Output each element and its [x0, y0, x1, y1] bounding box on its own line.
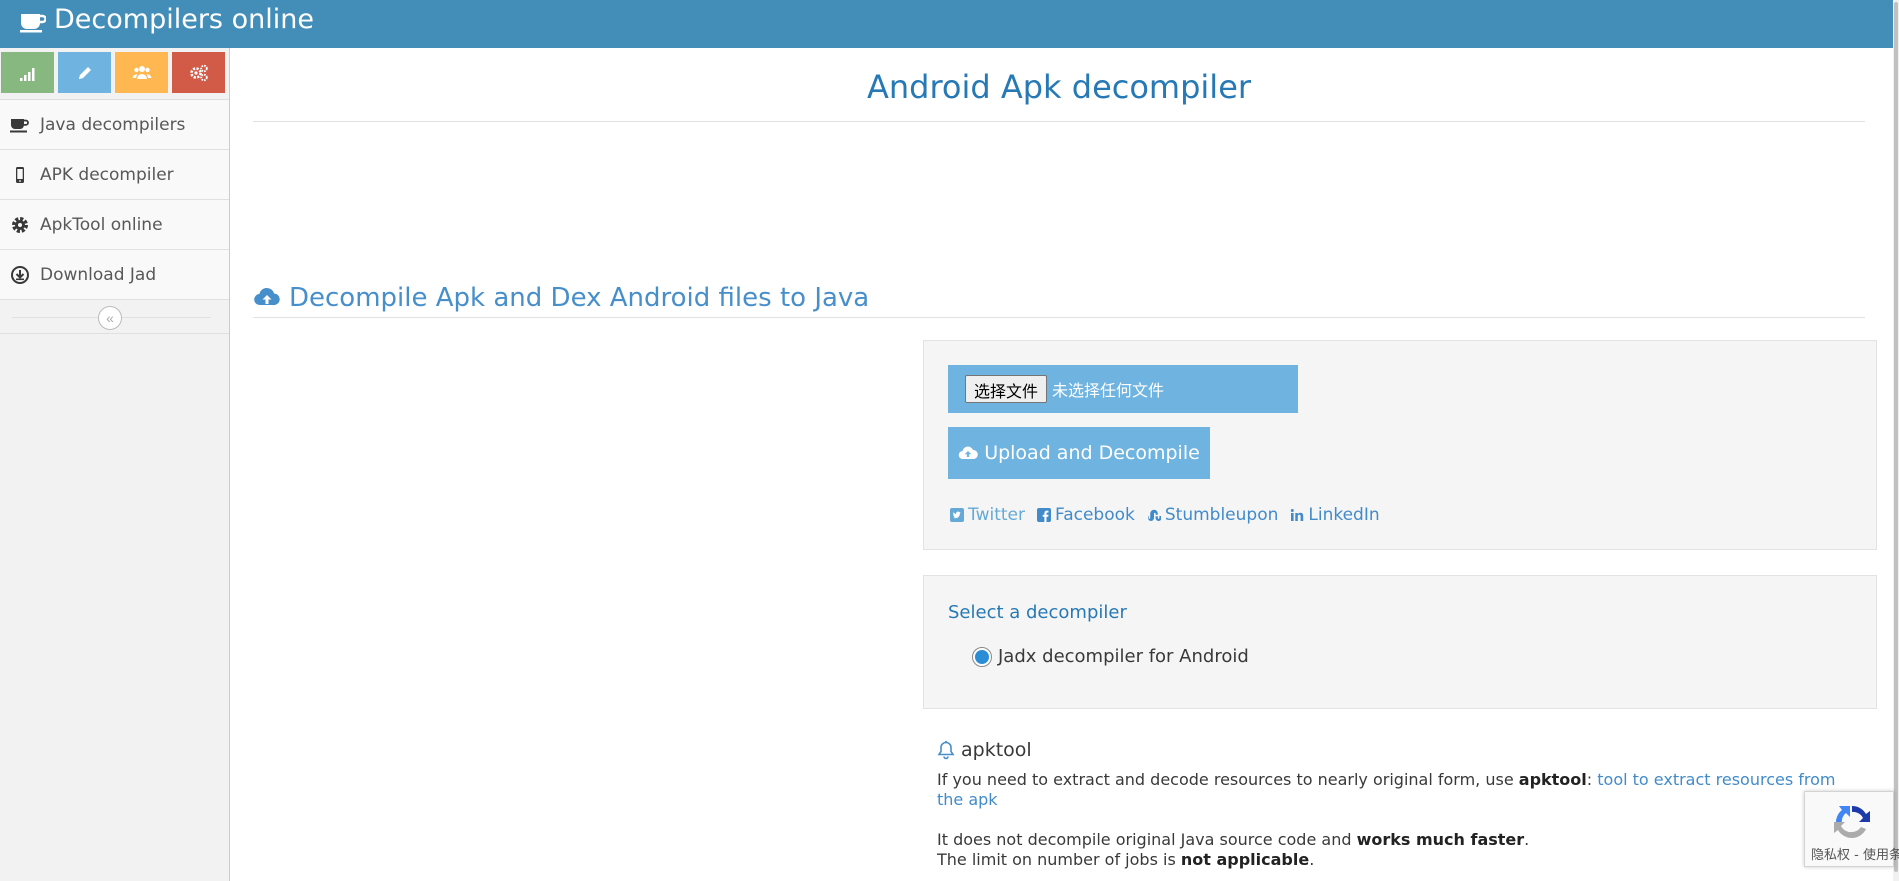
- apktool-info: apktool If you need to extract and decod…: [937, 739, 1837, 870]
- brand[interactable]: Decompilers online: [20, 4, 314, 35]
- decompiler-option-jadx[interactable]: Jadx decompiler for Android: [972, 646, 1249, 667]
- radio-selected-dot: [975, 649, 989, 664]
- share-linkedin-link[interactable]: LinkedIn: [1290, 505, 1380, 525]
- sidebar-item-java-decompilers[interactable]: Java decompilers: [0, 100, 229, 150]
- text: .: [1524, 830, 1530, 849]
- upload-button-label: Upload and Decompile: [984, 442, 1200, 464]
- facebook-icon: [1036, 508, 1051, 522]
- sidebar: Java decompilers APK decompiler ApkTool …: [0, 48, 230, 881]
- scrollbar-thumb[interactable]: [1894, 2, 1898, 872]
- page-header: Android Apk decompiler: [253, 62, 1865, 122]
- sidebar-item-label: APK decompiler: [40, 164, 174, 185]
- bell-icon: [937, 740, 955, 760]
- text: :: [1586, 770, 1598, 789]
- share-links: Twitter Facebook Stumbleupon LinkedIn: [950, 505, 1380, 525]
- mobile-icon: [0, 165, 40, 185]
- sidebar-item-download-jad[interactable]: Download Jad: [0, 250, 229, 300]
- twitter-icon: [950, 508, 964, 522]
- apktool-heading: apktool: [937, 739, 1837, 761]
- apktool-line-1: If you need to extract and decode resour…: [937, 770, 1837, 810]
- share-label: LinkedIn: [1308, 505, 1380, 525]
- share-stumbleupon-link[interactable]: Stumbleupon: [1147, 505, 1279, 525]
- sidebar-item-apktool-online[interactable]: ApkTool online: [0, 200, 229, 250]
- top-navbar: Decompilers online: [0, 0, 1893, 48]
- apktool-line-3: The limit on number of jobs is not appli…: [937, 850, 1837, 870]
- sidebar-item-apk-decompiler[interactable]: APK decompiler: [0, 150, 229, 200]
- sidebar-collapse-row: «: [0, 300, 229, 334]
- recaptcha-badge[interactable]: 隐私权 - 使用条款: [1804, 791, 1899, 867]
- bold-text: works much faster: [1356, 830, 1525, 849]
- section-title: Decompile Apk and Dex Android files to J…: [289, 282, 870, 313]
- sidebar-shortcuts: [0, 48, 229, 100]
- shortcut-signal-button[interactable]: [1, 52, 54, 93]
- sidebar-item-label: Java decompilers: [40, 114, 186, 135]
- text: .: [1309, 850, 1315, 869]
- section-header: Decompile Apk and Dex Android files to J…: [253, 278, 1865, 318]
- signal-icon: [19, 67, 34, 81]
- bold-text: apktool: [1518, 770, 1587, 789]
- cogs-icon: [189, 64, 208, 81]
- apktool-line-2: It does not decompile original Java sour…: [937, 830, 1837, 850]
- sidebar-collapse-button[interactable]: «: [98, 306, 122, 330]
- shortcut-users-button[interactable]: [115, 52, 168, 93]
- radio-label: Jadx decompiler for Android: [998, 646, 1249, 667]
- cloud-upload-icon: [254, 287, 280, 305]
- sidebar-item-label: ApkTool online: [40, 214, 163, 235]
- users-icon: [132, 65, 151, 79]
- recaptcha-icon: [1834, 805, 1870, 839]
- share-facebook-link[interactable]: Facebook: [1036, 505, 1135, 525]
- share-twitter-link[interactable]: Twitter: [950, 505, 1025, 525]
- share-label: Twitter: [968, 505, 1025, 525]
- sidebar-item-label: Download Jad: [40, 264, 157, 285]
- linkedin-icon: [1291, 509, 1304, 521]
- page-scrollbar[interactable]: [1893, 0, 1899, 881]
- coffee-icon: [0, 115, 40, 135]
- upload-decompile-button[interactable]: Upload and Decompile: [948, 427, 1210, 479]
- apktool-heading-label: apktool: [961, 739, 1032, 761]
- page-title: Android Apk decompiler: [866, 68, 1252, 106]
- text: It does not decompile original Java sour…: [937, 830, 1357, 849]
- brand-label: Decompilers online: [54, 4, 314, 35]
- decompiler-panel-title: Select a decompiler: [948, 602, 1127, 623]
- upload-panel: 选择文件 未选择任何文件 Upload and Decompile Twitte…: [923, 340, 1877, 550]
- stumbleupon-icon: [1147, 509, 1161, 521]
- bold-text: not applicable: [1180, 850, 1310, 869]
- gear-icon: [0, 215, 40, 235]
- radio-button[interactable]: [972, 646, 992, 667]
- coffee-icon: [20, 9, 47, 32]
- text: The limit on number of jobs is: [937, 850, 1181, 869]
- pencil-icon: [78, 66, 91, 79]
- shortcut-cogs-button[interactable]: [172, 52, 225, 93]
- text: If you need to extract and decode resour…: [937, 770, 1519, 789]
- sidebar-nav: Java decompilers APK decompiler ApkTool …: [0, 100, 229, 300]
- share-label: Facebook: [1054, 505, 1135, 525]
- file-input[interactable]: 选择文件 未选择任何文件: [948, 365, 1298, 413]
- double-angle-left-icon: «: [106, 310, 114, 326]
- choose-file-button[interactable]: 选择文件: [965, 375, 1048, 403]
- recaptcha-terms[interactable]: 隐私权 - 使用条款: [1811, 844, 1899, 863]
- share-label: Stumbleupon: [1164, 505, 1279, 525]
- download-icon: [0, 265, 40, 285]
- main-content: Android Apk decompiler Decompile Apk and…: [231, 48, 1893, 881]
- cloud-upload-icon: [958, 446, 978, 460]
- decompiler-panel: Select a decompiler Jadx decompiler for …: [923, 575, 1877, 709]
- file-status: 未选择任何文件: [1052, 381, 1165, 400]
- shortcut-pencil-button[interactable]: [58, 52, 111, 93]
